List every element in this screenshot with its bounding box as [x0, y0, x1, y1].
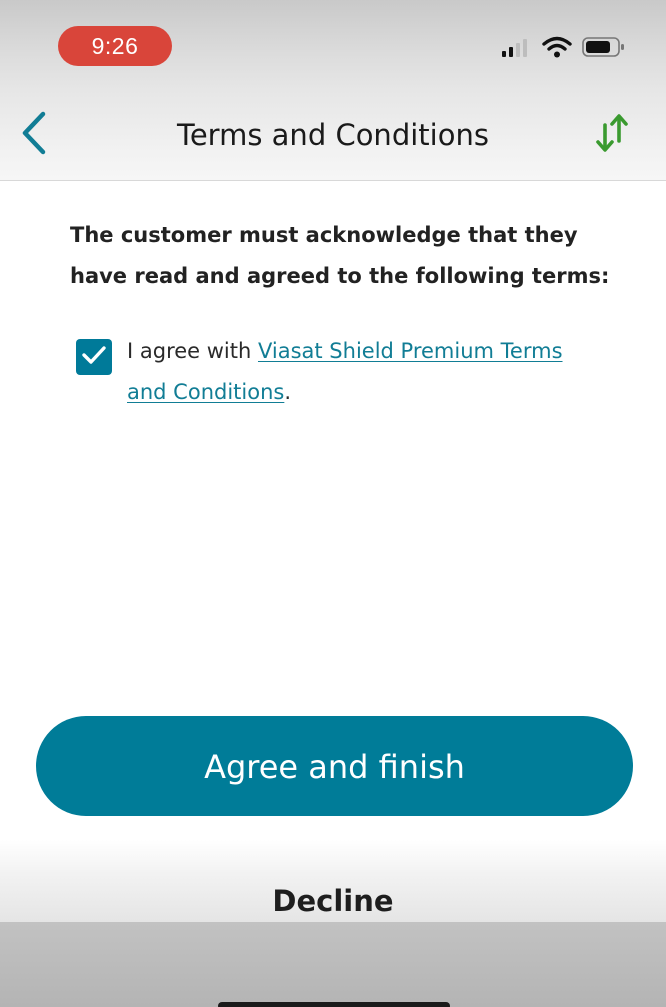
sort-button[interactable] — [590, 110, 634, 160]
agree-suffix: . — [284, 380, 292, 404]
battery-icon — [582, 36, 626, 62]
nav-bar: Terms and Conditions — [0, 90, 666, 181]
decline-button[interactable]: Decline — [0, 876, 666, 926]
home-indicator — [218, 1002, 450, 1007]
acknowledgement-text: The customer must acknowledge that they … — [70, 223, 610, 288]
cellular-signal-icon — [502, 37, 532, 61]
agree-and-finish-button[interactable]: Agree and finish — [36, 716, 633, 816]
chevron-left-icon — [21, 111, 47, 159]
status-time: 9:26 — [58, 26, 172, 66]
terms-screen: 9:26 Terms and Conditions The customer m… — [0, 0, 666, 1007]
status-bar: 9:26 — [0, 0, 666, 90]
agree-checkbox[interactable] — [76, 339, 112, 375]
agree-prefix: I agree with — [127, 339, 258, 363]
agree-statement: I agree with Viasat Shield Premium Terms… — [127, 331, 607, 413]
back-button[interactable] — [14, 110, 54, 160]
checkmark-icon — [81, 344, 107, 370]
wifi-icon — [542, 36, 572, 62]
bottom-bar — [0, 922, 666, 1007]
sort-arrows-icon — [595, 111, 629, 159]
status-icons — [502, 36, 626, 62]
page-title: Terms and Conditions — [177, 118, 489, 152]
